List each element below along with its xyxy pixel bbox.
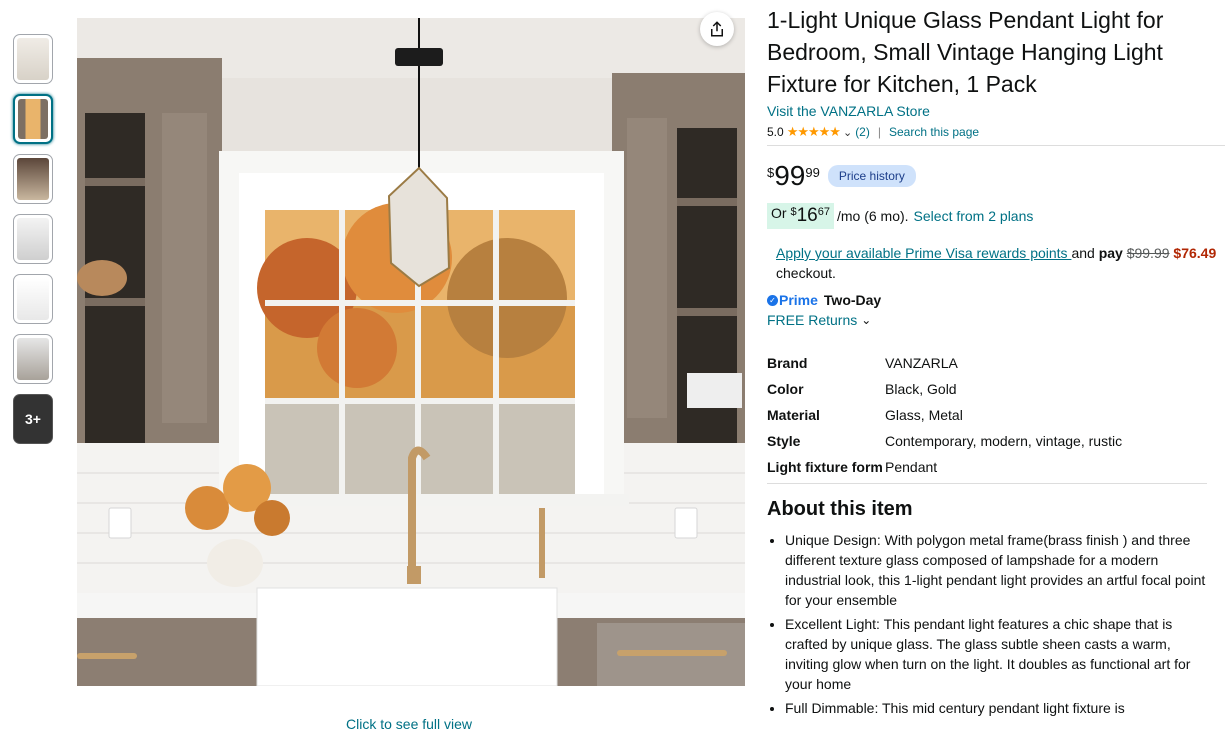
thumbnail[interactable]: [13, 154, 53, 204]
product-title: 1-Light Unique Glass Pendant Light for B…: [767, 7, 1164, 97]
spec-value: Black, Gold: [885, 381, 957, 397]
spec-value: Contemporary, modern, vintage, rustic: [885, 433, 1123, 449]
about-bullet: Full Dimmable: This mid century pendant …: [785, 698, 1207, 718]
divider: [767, 145, 1225, 146]
thumbnail[interactable]: [13, 214, 53, 264]
share-button[interactable]: [700, 12, 734, 46]
more-images-thumbnail[interactable]: 3+: [13, 394, 53, 444]
thumbnail-selected[interactable]: [13, 94, 53, 144]
share-icon: [711, 21, 723, 37]
thumbnail-list: 3+: [13, 34, 53, 454]
free-returns-link[interactable]: FREE Returns ⌄: [767, 312, 1225, 328]
spec-row: Color Black, Gold: [767, 379, 1207, 399]
select-plans-link[interactable]: Select from 2 plans: [914, 208, 1034, 224]
spec-row: Light fixture form Pendant: [767, 457, 1207, 477]
prime-label: Prime: [779, 292, 818, 308]
price: $ 99 99: [767, 161, 820, 191]
thumbnail[interactable]: [13, 274, 53, 324]
spec-key: Light fixture form: [767, 459, 883, 475]
product-info: 1-Light Unique Glass Pendant Light for B…: [767, 4, 1225, 722]
prime-badge: ✓ Prime: [767, 292, 818, 308]
price-row: $ 99 99 Price history: [767, 161, 1225, 191]
full-view-link[interactable]: Click to see full view: [346, 716, 472, 732]
monthly-suffix: /mo (6 mo).: [836, 208, 909, 224]
monthly-whole: 16: [796, 205, 818, 226]
more-images-label: 3+: [25, 411, 41, 427]
about-heading: About this item: [767, 498, 913, 520]
price-fraction: 99: [805, 165, 820, 180]
spec-row: Style Contemporary, modern, vintage, rust…: [767, 431, 1207, 451]
spec-row: Brand VANZARLA: [767, 353, 1207, 373]
spec-key: Style: [767, 433, 801, 449]
visa-new-price: $76.49: [1173, 245, 1217, 261]
spec-key: Color: [767, 381, 804, 397]
about-bullet: Unique Design: With polygon metal frame(…: [785, 530, 1207, 610]
spec-key: Material: [767, 407, 820, 423]
review-count-link[interactable]: (2): [855, 125, 870, 139]
spec-value: Glass, Metal: [885, 407, 963, 423]
prime-visa-link[interactable]: Apply your available Prime Visa rewards …: [776, 245, 1071, 261]
visa-checkout: checkout.: [776, 265, 836, 281]
thumbnail[interactable]: [13, 34, 53, 84]
monthly-payment-row: Or $16 67 /mo (6 mo). Select from 2 plans: [767, 203, 1225, 229]
price-history-button[interactable]: Price history: [827, 165, 916, 187]
rating-value: 5.0: [767, 125, 784, 139]
visa-and: and: [1071, 245, 1095, 261]
monthly-prefix: Or: [771, 205, 787, 221]
chevron-down-icon: ⌄: [861, 313, 872, 327]
store-link[interactable]: Visit the VANZARLA Store: [767, 103, 1225, 119]
thumbnail[interactable]: [13, 334, 53, 384]
price-whole: 99: [774, 160, 806, 191]
spec-row: Material Glass, Metal: [767, 405, 1207, 425]
main-product-image[interactable]: [77, 18, 745, 686]
monthly-fraction: 67: [817, 206, 830, 218]
visa-pay: pay: [1098, 245, 1123, 261]
free-returns-label: FREE Returns: [767, 312, 858, 328]
kitchen-scene-image: [77, 18, 745, 686]
chevron-down-icon[interactable]: ⌄: [843, 126, 852, 139]
spec-key: Brand: [767, 355, 808, 371]
check-icon: ✓: [767, 294, 778, 306]
spec-value: Pendant: [885, 459, 938, 475]
two-day-label: Two-Day: [823, 292, 882, 308]
about-bullets: Unique Design: With polygon metal frame(…: [767, 530, 1207, 718]
price-currency: $: [767, 165, 775, 180]
separator: |: [877, 125, 881, 139]
rating-row: 5.0 ★★★★★ ⌄ (2) | Search this page: [767, 124, 1225, 140]
prime-delivery-row: ✓ Prime Two-Day: [767, 292, 1225, 308]
spec-value: VANZARLA: [885, 355, 958, 371]
star-rating-icon[interactable]: ★★★★★: [787, 124, 841, 140]
monthly-price-chip: Or $16 67: [767, 203, 834, 229]
product-specs: Brand VANZARLA Color Black, Gold Material G…: [767, 353, 1207, 477]
divider: [767, 483, 1207, 484]
search-page-link[interactable]: Search this page: [889, 125, 979, 139]
prime-visa-offer: Apply your available Prime Visa rewards …: [776, 243, 1225, 283]
about-bullet: Excellent Light: This pendant light feat…: [785, 614, 1207, 694]
visa-old-price: $99.99: [1126, 245, 1170, 261]
